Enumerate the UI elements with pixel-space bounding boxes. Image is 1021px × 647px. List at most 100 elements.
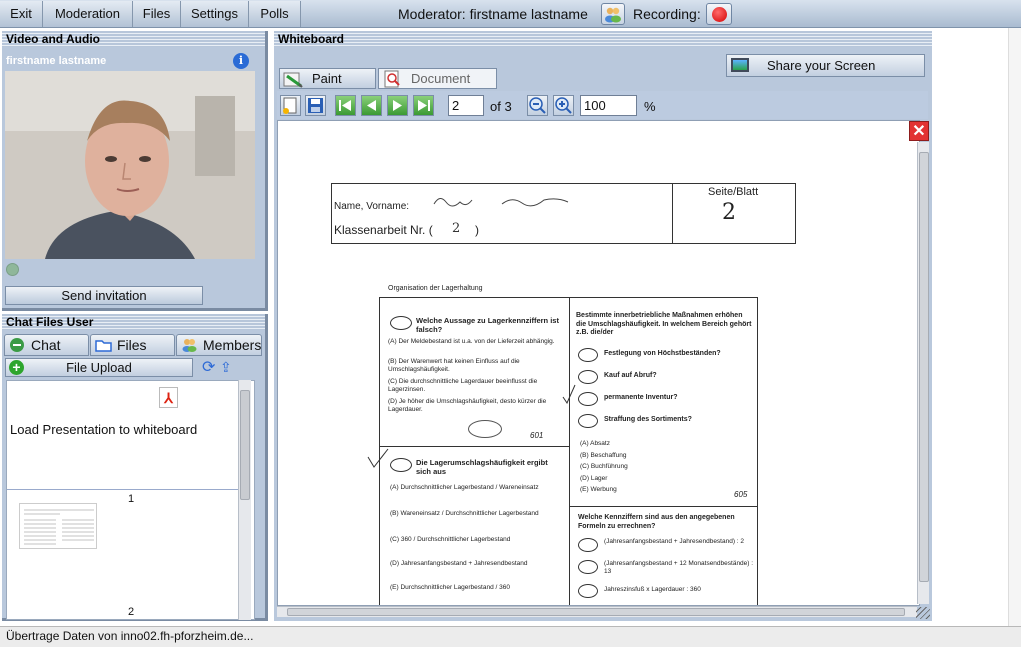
add-icon: +: [9, 360, 24, 375]
answer-circle: [578, 370, 598, 384]
header-class-close: ): [475, 223, 479, 237]
answer-circle: [578, 560, 598, 574]
page-thumbnail[interactable]: [19, 503, 97, 549]
scrollbar-thumb[interactable]: [919, 152, 929, 582]
page-number-input[interactable]: 2: [448, 95, 484, 116]
menu-settings[interactable]: Settings: [181, 1, 249, 27]
scrollbar-thumb[interactable]: [287, 608, 905, 616]
zoom-out-icon[interactable]: [527, 95, 548, 116]
page-number: 2: [128, 606, 135, 618]
q1-option: (B) Der Warenwert hat keinen Einfluss au…: [388, 358, 520, 373]
tab-members[interactable]: Members: [176, 334, 262, 356]
q4-option: Jahreszinsfuß x Lagerdauer : 360: [604, 586, 701, 593]
q2-option: Kauf auf Abruf?: [604, 372, 657, 379]
tab-document-label: Document: [411, 71, 471, 86]
video-audio-panel: Video and Audio firstname lastname i Sen…: [2, 31, 268, 311]
file-upload-button[interactable]: + File Upload: [5, 358, 193, 377]
answer-circle: [578, 584, 598, 598]
video-user-name: firstname lastname: [6, 55, 107, 67]
share-screen-button[interactable]: Share your Screen: [726, 54, 925, 77]
q1-option: (D) Je höher die Umschlagshäufigkeit, de…: [388, 398, 547, 413]
menu-moderation[interactable]: Moderation: [43, 1, 133, 27]
q2-option: permanente Inventur?: [604, 394, 678, 401]
whiteboard-vertical-scrollbar[interactable]: [917, 142, 929, 604]
share-screen-label: Share your Screen: [767, 58, 876, 73]
zoom-unit-label: %: [644, 99, 656, 114]
exam-table: Welche Aussage zu Lagerkennziffern ist f…: [379, 297, 758, 605]
pdf-icon[interactable]: ⅄: [159, 387, 178, 408]
q3-title: Die Lagerumschlagshäufigkeit ergibt sich…: [416, 458, 548, 476]
q3-option: (A) Durchschnittlicher Lagerbestand / Wa…: [390, 484, 539, 491]
zoom-in-icon[interactable]: [553, 95, 574, 116]
first-page-icon[interactable]: [335, 95, 356, 116]
page-number: 1: [128, 493, 135, 505]
header-page-label: Seite/Blatt: [708, 186, 759, 198]
last-page-icon[interactable]: [413, 95, 434, 116]
page-scrollbar[interactable]: [1008, 28, 1021, 626]
paint-icon: [283, 70, 305, 88]
whiteboard-canvas[interactable]: Name, Vorname: Klassenarbeit Nr. ( 2 ) S…: [277, 120, 920, 606]
monitor-icon: [731, 58, 749, 72]
q2-answer-list: (A) Absatz (B) Beschaffung (C) Buchführu…: [580, 438, 628, 496]
video-panel-title: Video and Audio: [2, 31, 265, 47]
refresh-icon[interactable]: ⟳: [202, 360, 217, 376]
answer-circle: [578, 414, 598, 428]
file-upload-label: File Upload: [66, 360, 132, 375]
files-list: ⅄ Load Presentation to whiteboard 1 2: [6, 380, 255, 620]
tab-paint-label: Paint: [312, 71, 342, 86]
document-toolbar: 2 of 3 100 %: [277, 91, 928, 119]
send-invitation-button[interactable]: Send invitation: [5, 286, 203, 305]
tab-members-label: Members: [203, 337, 262, 353]
menu-polls[interactable]: Polls: [249, 1, 301, 27]
question-number-circle: [390, 458, 412, 472]
zoom-input[interactable]: 100: [580, 95, 637, 116]
upload-arrow-icon[interactable]: ⇪: [220, 359, 235, 375]
answer-circle: [578, 348, 598, 362]
q2-option: Festlegung von Höchstbeständen?: [604, 350, 721, 357]
q2-answer: (E) Werbung: [580, 486, 617, 493]
save-icon[interactable]: [305, 95, 326, 116]
header-class-value: 2: [452, 221, 461, 236]
record-button[interactable]: [706, 3, 732, 25]
new-document-icon[interactable]: [280, 95, 301, 116]
menu-exit[interactable]: Exit: [0, 1, 43, 27]
handwritten-checkmark: [562, 384, 576, 405]
whiteboard-horizontal-scrollbar[interactable]: [277, 606, 917, 617]
members-icon: [181, 337, 198, 353]
list-divider: [7, 489, 240, 490]
next-page-icon[interactable]: [387, 95, 408, 116]
chat-files-user-panel: Chat Files User Chat Files Members + Fil…: [2, 314, 268, 621]
audio-status-icon: [6, 263, 19, 276]
users-icon[interactable]: [601, 3, 625, 25]
section-title: Organisation der Lagerhaltung: [388, 285, 483, 292]
load-presentation-link[interactable]: Load Presentation to whiteboard: [10, 422, 197, 437]
menu-files[interactable]: Files: [133, 1, 181, 27]
table-row-divider: [380, 446, 569, 447]
q2-option: Straffung des Sortiments?: [604, 416, 692, 423]
close-document-icon[interactable]: ✕: [909, 121, 929, 141]
files-scrollbar[interactable]: [238, 380, 251, 620]
resize-handle-icon[interactable]: [916, 607, 930, 619]
page-total-label: of 3: [490, 99, 512, 114]
tab-files[interactable]: Files: [90, 334, 175, 356]
header-class-label: Klassenarbeit Nr. (: [334, 223, 433, 237]
status-bar: Übertrage Daten von inno02.fh-pforzheim.…: [0, 626, 1021, 647]
handwritten-signature: [432, 194, 572, 208]
header-page-value: 2: [722, 200, 736, 225]
tab-document[interactable]: Document: [378, 68, 497, 89]
chat-panel-title: Chat Files User: [2, 314, 265, 330]
previous-page-icon[interactable]: [361, 95, 382, 116]
q3-option: (B) Wareneinsatz / Durchschnittlicher La…: [390, 510, 539, 517]
q3-option: (E) Durchschnittlicher Lagerbestand / 36…: [390, 584, 510, 591]
handwritten-checkmark: [367, 448, 389, 468]
document-header-box: Name, Vorname: Klassenarbeit Nr. ( 2 ) S…: [331, 183, 796, 244]
q1-option: (C) Die durchschnittliche Lagerdauer bee…: [388, 378, 538, 393]
tab-paint[interactable]: Paint: [279, 68, 376, 89]
document-icon: [382, 70, 404, 88]
info-icon[interactable]: i: [233, 53, 249, 69]
scrollbar-thumb[interactable]: [240, 390, 250, 500]
q1-number: 601: [530, 431, 544, 440]
moderator-label: Moderator: firstname lastname: [398, 6, 588, 22]
tab-chat[interactable]: Chat: [4, 334, 89, 356]
question-number-circle: [390, 316, 412, 330]
